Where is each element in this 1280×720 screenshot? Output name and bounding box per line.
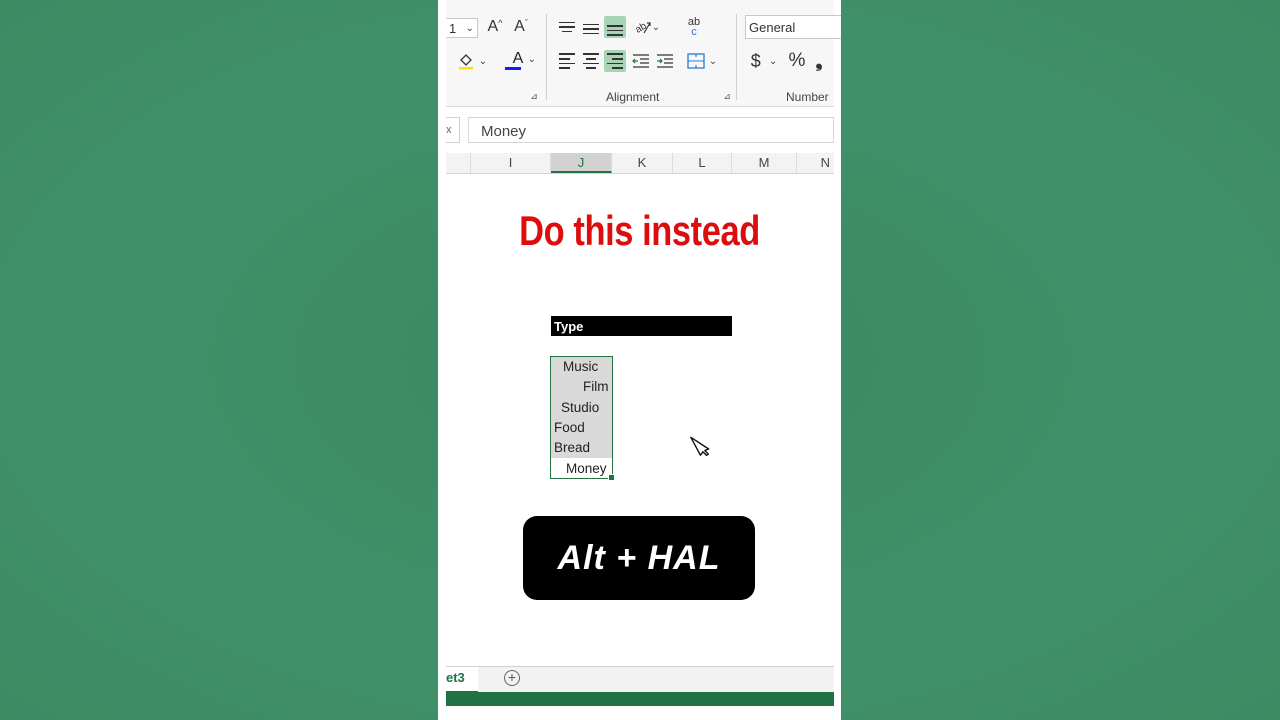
alignment-group-label: Alignment xyxy=(606,90,660,104)
number-group-label: Number xyxy=(786,90,829,104)
align-bottom-icon xyxy=(607,18,623,36)
grow-font-icon: A xyxy=(487,18,499,35)
column-header-m[interactable]: M xyxy=(732,153,797,173)
merge-center-button[interactable]: ⌄ xyxy=(682,50,722,72)
sheet-tab-active[interactable]: et3 xyxy=(446,667,478,693)
comma-style-button[interactable]: ❟ xyxy=(810,50,828,72)
cell-music[interactable]: Music xyxy=(563,359,598,374)
currency-format-button[interactable]: $ ⌄ xyxy=(746,50,782,72)
add-sheet-icon[interactable]: + xyxy=(504,670,520,686)
percent-icon: % xyxy=(788,50,806,71)
video-frame: 1 ⌄ A ^ Aˇ ⌄ A ⌄ ⊿ ab ⌄ ab c ⌄ Alignment… xyxy=(438,0,841,720)
chevron-down-icon: ⌄ xyxy=(527,54,536,65)
column-header-l[interactable]: L xyxy=(673,153,732,173)
chevron-down-icon: ⌄ xyxy=(465,22,474,34)
wrap-text-button[interactable]: ab c xyxy=(682,14,706,40)
shrink-font-icon: A xyxy=(514,18,525,35)
number-format-value: General xyxy=(749,20,796,35)
percent-style-button[interactable]: % xyxy=(786,50,808,72)
paint-bucket-icon xyxy=(458,54,473,70)
align-right-button[interactable] xyxy=(604,50,626,72)
fill-handle[interactable] xyxy=(608,474,615,481)
formula-input[interactable]: Money xyxy=(468,117,834,143)
align-middle-icon xyxy=(583,20,599,35)
fill-color-button[interactable]: ⌄ xyxy=(452,50,492,72)
decrease-indent-icon xyxy=(632,54,649,68)
column-header-partial[interactable] xyxy=(446,153,471,173)
align-top-icon xyxy=(559,21,575,33)
insert-function-icon[interactable]: x xyxy=(446,117,460,143)
ribbon: 1 ⌄ A ^ Aˇ ⌄ A ⌄ ⊿ ab ⌄ ab c ⌄ Alignment… xyxy=(446,0,841,107)
font-color-icon: A xyxy=(512,49,524,67)
chevron-down-icon: ⌄ xyxy=(478,55,488,67)
cell-money[interactable]: Money xyxy=(566,461,607,476)
font-size-value: 1 xyxy=(449,20,457,36)
grow-font-button[interactable]: A ^ xyxy=(484,16,506,38)
mouse-pointer-icon xyxy=(690,436,710,456)
comma-icon: ❟ xyxy=(815,50,823,71)
currency-icon: $ xyxy=(750,50,761,71)
align-left-icon xyxy=(559,53,575,69)
orientation-button[interactable]: ab ⌄ xyxy=(630,16,664,38)
status-bar xyxy=(446,692,834,706)
chevron-down-icon: ⌄ xyxy=(708,55,718,67)
chevron-down-icon: ⌄ xyxy=(651,21,661,33)
orientation-icon: ab xyxy=(634,20,651,36)
cell-studio[interactable]: Studio xyxy=(561,400,599,415)
align-right-icon xyxy=(607,53,623,69)
formula-bar: x Money xyxy=(446,117,834,143)
increase-indent-button[interactable] xyxy=(654,50,676,72)
column-header-n[interactable]: N xyxy=(797,153,834,173)
font-dialog-launcher-icon[interactable]: ⊿ xyxy=(528,90,540,102)
decrease-indent-button[interactable] xyxy=(630,50,652,72)
group-divider xyxy=(546,14,547,100)
cell-bread[interactable]: Bread xyxy=(554,440,590,455)
align-center-button[interactable] xyxy=(580,50,602,72)
align-left-button[interactable] xyxy=(556,50,578,72)
cell-food[interactable]: Food xyxy=(554,420,585,435)
column-header-k[interactable]: K xyxy=(612,153,673,173)
align-center-icon xyxy=(583,53,599,69)
column-headers: I J K L M N xyxy=(446,153,834,174)
cell-film[interactable]: Film xyxy=(583,379,609,394)
merge-center-icon xyxy=(687,53,705,69)
increase-indent-icon xyxy=(657,54,673,68)
group-divider xyxy=(736,14,737,100)
alignment-dialog-launcher-icon[interactable]: ⊿ xyxy=(721,90,733,102)
column-header-i[interactable]: I xyxy=(471,153,551,173)
sheet-tab-bar: et3 + xyxy=(446,666,834,693)
headline: Do this instead xyxy=(519,207,760,254)
align-top-button[interactable] xyxy=(556,16,578,38)
number-format-dropdown[interactable]: General xyxy=(745,15,841,39)
shortcut-badge: Alt + HAL xyxy=(523,516,755,600)
font-color-button[interactable]: A ⌄ xyxy=(500,48,536,72)
align-bottom-button[interactable] xyxy=(604,16,626,38)
font-size-dropdown[interactable]: 1 ⌄ xyxy=(446,18,478,38)
header-cell-type[interactable]: Type xyxy=(551,316,732,336)
chevron-down-icon: ⌄ xyxy=(768,55,778,67)
shrink-font-button[interactable]: Aˇ xyxy=(510,16,532,38)
align-middle-button[interactable] xyxy=(580,16,602,38)
column-header-j[interactable]: J xyxy=(551,153,612,173)
